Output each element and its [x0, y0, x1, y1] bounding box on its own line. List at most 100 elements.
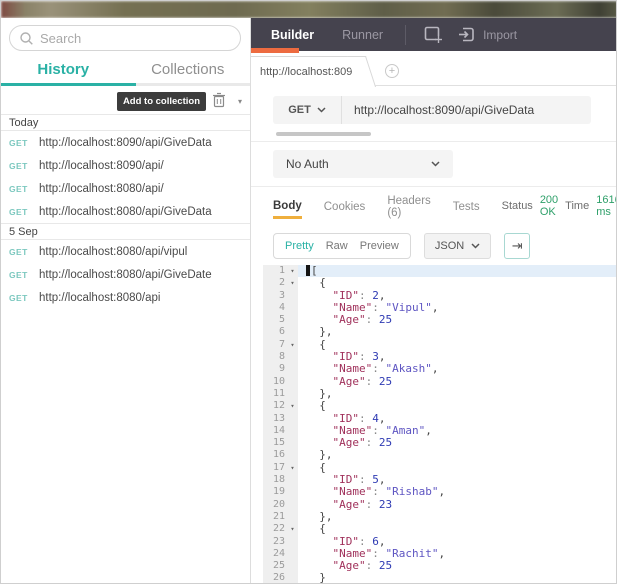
fold-gutter: [287, 511, 298, 523]
history-url: http://localhost:8080/api/vipul: [39, 246, 187, 258]
builder-tab[interactable]: Builder: [271, 28, 314, 42]
code-text: },: [298, 511, 617, 523]
tab-collections[interactable]: Collections: [126, 61, 251, 78]
add-to-collection-tooltip: Add to collection: [117, 92, 206, 111]
fold-gutter: [287, 536, 298, 548]
fold-caret-icon[interactable]: ▾: [287, 523, 298, 535]
chevron-down-icon: [431, 161, 440, 167]
import-label[interactable]: Import: [483, 28, 517, 42]
request-url-row: GET: [273, 96, 591, 124]
history-url: http://localhost:8080/api/GiveDate: [39, 269, 212, 281]
chevron-down-icon: [317, 107, 326, 113]
request-tab[interactable]: http://localhost:809...: [251, 56, 361, 86]
import-button[interactable]: [457, 26, 475, 43]
fold-gutter: [287, 486, 298, 498]
line-number: 18: [263, 474, 287, 486]
line-number: 25: [263, 560, 287, 572]
tab-cookies[interactable]: Cookies: [324, 195, 366, 217]
fold-gutter: [287, 314, 298, 326]
sidebar: History Collections Add to collection ▾ …: [1, 18, 251, 584]
history-item[interactable]: GEThttp://localhost:8080/api/GiveDate: [1, 263, 250, 286]
line-number: 8: [263, 351, 287, 363]
url-input[interactable]: [342, 103, 591, 117]
history-item[interactable]: GEThttp://localhost:8080/api/: [1, 177, 250, 200]
request-tab-title: http://localhost:809...: [260, 66, 362, 78]
section-divider: [251, 141, 617, 142]
mode-pretty[interactable]: Pretty: [285, 240, 314, 252]
line-number: 15: [263, 437, 287, 449]
tab-tests[interactable]: Tests: [453, 195, 480, 217]
fold-gutter: [287, 425, 298, 437]
language-dropdown[interactable]: JSON: [424, 233, 491, 259]
line-number: 1: [263, 265, 287, 277]
history-item[interactable]: GEThttp://localhost:8080/api/GiveData: [1, 200, 250, 223]
fold-gutter: [287, 413, 298, 425]
history-url: http://localhost:8080/api/: [39, 183, 164, 195]
runner-tab[interactable]: Runner: [342, 28, 383, 42]
section-divider: [251, 186, 617, 187]
sidebar-tabs: History Collections: [1, 55, 250, 83]
background-photo-strip: [1, 1, 617, 18]
search-box[interactable]: [9, 25, 241, 51]
line-number: 23: [263, 536, 287, 548]
line-number: 19: [263, 486, 287, 498]
auth-label: No Auth: [286, 157, 329, 171]
wrap-text-button[interactable]: ⇥: [504, 233, 530, 259]
fold-gutter: [287, 326, 298, 338]
line-number: 10: [263, 376, 287, 388]
mode-preview[interactable]: Preview: [360, 240, 399, 252]
history-item[interactable]: GEThttp://localhost:8090/api/GiveData: [1, 131, 250, 154]
fold-caret-icon[interactable]: ▾: [287, 339, 298, 351]
tab-body[interactable]: Body: [273, 194, 302, 219]
line-number: 17: [263, 462, 287, 474]
history-item[interactable]: GEThttp://localhost:8080/api: [1, 286, 250, 309]
search-icon: [20, 32, 33, 45]
clear-history-caret-icon[interactable]: ▾: [238, 97, 242, 106]
search-input[interactable]: [40, 31, 230, 46]
history-item[interactable]: GEThttp://localhost:8080/api/vipul: [1, 240, 250, 263]
line-number: 21: [263, 511, 287, 523]
history-section-label: 5 Sep: [1, 223, 250, 240]
wrap-text-icon: ⇥: [512, 238, 523, 254]
fold-gutter: [287, 363, 298, 375]
auth-dropdown[interactable]: No Auth: [273, 150, 453, 178]
fold-gutter: [287, 572, 298, 584]
mode-raw[interactable]: Raw: [326, 240, 348, 252]
fold-gutter: [287, 376, 298, 388]
fold-gutter: [287, 437, 298, 449]
builder-active-indicator: [251, 48, 299, 53]
header-divider: [405, 25, 406, 45]
code-text: "Age": 25: [298, 314, 617, 326]
code-text: },: [298, 449, 617, 461]
line-number: 2: [263, 277, 287, 289]
response-body-editor[interactable]: 1▾[2▾ {3 "ID": 2,4 "Name": "Vipul",5 "Ag…: [263, 265, 617, 584]
line-number: 22: [263, 523, 287, 535]
response-status-group: Status 200 OK Time 16167 ms: [502, 194, 617, 218]
history-item[interactable]: GEThttp://localhost:8090/api/: [1, 154, 250, 177]
line-number: 9: [263, 363, 287, 375]
new-tab-button[interactable]: +: [385, 64, 399, 78]
line-number: 14: [263, 425, 287, 437]
horizontal-scrollbar[interactable]: [276, 132, 371, 136]
text-cursor: [306, 265, 310, 276]
fold-caret-icon[interactable]: ▾: [287, 277, 298, 289]
history-actions-bar: Add to collection ▾: [1, 86, 250, 114]
clear-history-button[interactable]: [212, 92, 226, 108]
fold-caret-icon[interactable]: ▾: [287, 400, 298, 412]
history-sections: TodayGEThttp://localhost:8090/api/GiveDa…: [1, 114, 250, 309]
time-label: Time: [565, 200, 589, 212]
method-label: GET: [288, 104, 311, 116]
line-number: 5: [263, 314, 287, 326]
tab-headers[interactable]: Headers (6): [387, 189, 430, 223]
method-dropdown[interactable]: GET: [273, 104, 341, 116]
history-method-badge: GET: [9, 138, 39, 148]
history-method-badge: GET: [9, 207, 39, 217]
line-number: 26: [263, 572, 287, 584]
fold-gutter: [287, 560, 298, 572]
tab-history[interactable]: History: [1, 61, 126, 78]
response-view-controls: Pretty Raw Preview JSON ⇥: [273, 233, 617, 259]
fold-caret-icon[interactable]: ▾: [287, 265, 298, 277]
new-window-button[interactable]: [424, 26, 443, 43]
fold-gutter: [287, 548, 298, 560]
fold-caret-icon[interactable]: ▾: [287, 462, 298, 474]
